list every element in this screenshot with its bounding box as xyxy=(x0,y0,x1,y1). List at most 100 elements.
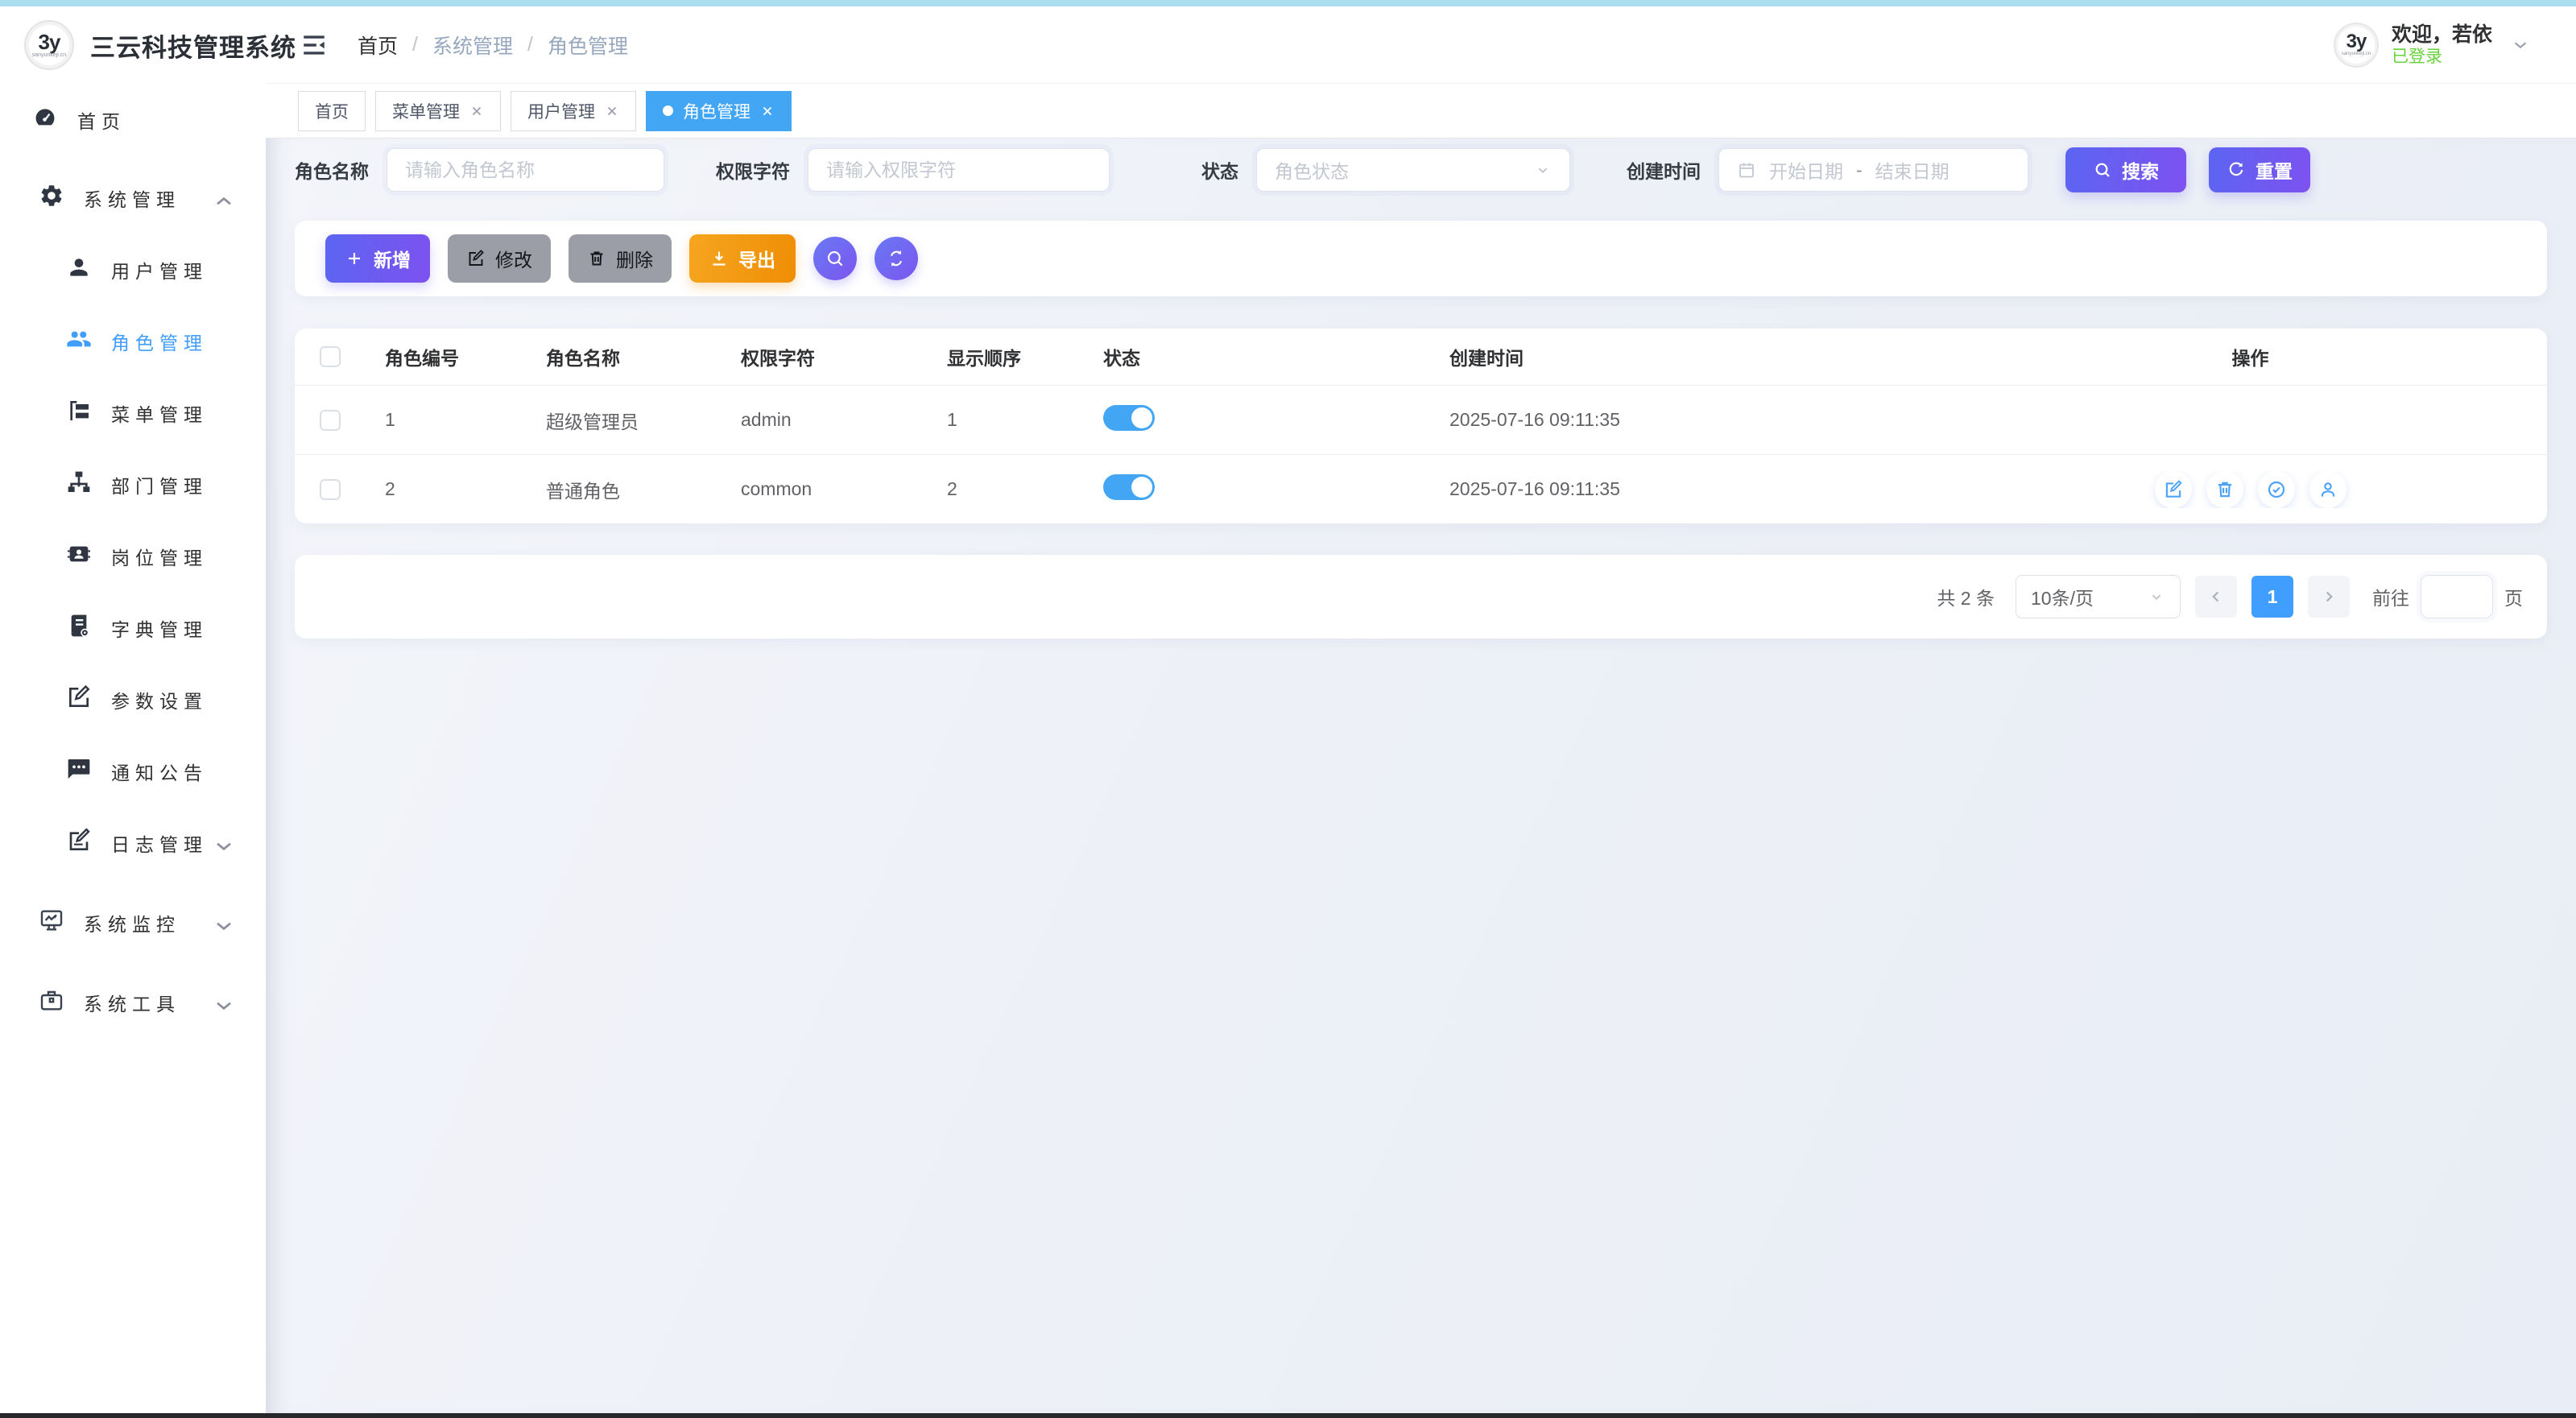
goto-page-group: 前往 页 xyxy=(2372,575,2523,618)
tab-role-management[interactable]: 角色管理 xyxy=(646,91,792,131)
sidebar-item-system-tools[interactable]: 系统工具 xyxy=(0,966,266,1038)
download-icon xyxy=(709,249,729,268)
sidebar-item-system-monitor[interactable]: 系统监控 xyxy=(0,887,266,958)
chevron-down-icon xyxy=(211,993,230,1012)
table-header-row: 角色编号 角色名称 权限字符 显示顺序 状态 创建时间 操作 xyxy=(295,329,2547,385)
row-data-scope-button[interactable] xyxy=(2258,471,2295,508)
add-button[interactable]: 新增 xyxy=(325,234,430,283)
users-icon xyxy=(66,326,92,356)
close-icon[interactable] xyxy=(605,104,619,118)
sidebar-item-menu-management[interactable]: 菜单管理 xyxy=(0,377,266,449)
table-row[interactable]: 1 超级管理员 admin 1 2025-07-16 09:11:35 xyxy=(295,385,2547,454)
page-number-button[interactable]: 1 xyxy=(2251,576,2293,618)
role-name-field xyxy=(387,148,664,192)
main-area: 首页 / 系统管理 / 角色管理 3y sanyunkeji.cn 欢迎，若依 … xyxy=(266,6,2576,1413)
app-title: 三云科技管理系统 xyxy=(90,27,296,64)
chevron-down-icon xyxy=(211,833,230,853)
sidebar: 3y sanyunkeji.cn 三云科技管理系统 首页 系统管理 用户管理 xyxy=(0,6,266,1413)
chevron-down-icon xyxy=(1534,161,1552,179)
sidebar-item-log-management[interactable]: 日志管理 xyxy=(0,807,266,878)
edit-icon xyxy=(66,684,92,714)
column-header-sort-order: 显示顺序 xyxy=(928,343,1084,370)
search-button[interactable]: 搜索 xyxy=(2065,147,2186,192)
cell-role-name: 超级管理员 xyxy=(527,407,722,434)
sidebar-item-param-settings[interactable]: 参数设置 xyxy=(0,664,266,735)
avatar-logo-text: 3y xyxy=(2347,33,2367,51)
tab-label: 菜单管理 xyxy=(392,99,460,123)
sidebar-item-label: 用户管理 xyxy=(111,256,208,283)
page-unit-label: 页 xyxy=(2504,583,2523,610)
breadcrumb-home[interactable]: 首页 xyxy=(358,31,398,60)
select-all-checkbox[interactable] xyxy=(320,346,341,367)
column-header-status: 状态 xyxy=(1084,343,1430,370)
sidebar-item-home[interactable]: 首页 xyxy=(0,84,266,155)
status-select[interactable]: 角色状态 xyxy=(1256,148,1570,192)
row-checkbox[interactable] xyxy=(320,479,341,500)
sidebar-logo-row: 3y sanyunkeji.cn 三云科技管理系统 xyxy=(0,6,266,84)
prev-page-button[interactable] xyxy=(2195,576,2237,618)
row-checkbox[interactable] xyxy=(320,410,341,431)
refresh-table-button[interactable] xyxy=(875,237,918,280)
cell-perm-key: admin xyxy=(722,409,928,431)
close-icon[interactable] xyxy=(469,104,484,118)
delete-button[interactable]: 删除 xyxy=(569,234,672,283)
tab-home[interactable]: 首页 xyxy=(298,91,366,131)
sidebar-item-post-management[interactable]: 岗位管理 xyxy=(0,520,266,592)
dashboard-icon xyxy=(32,105,58,134)
tabs-bar: 首页 菜单管理 用户管理 角色管理 xyxy=(266,84,2576,138)
breadcrumb-section: 系统管理 xyxy=(432,31,513,60)
date-range-separator: - xyxy=(1856,159,1863,181)
show-search-toggle-button[interactable] xyxy=(813,237,857,280)
perm-key-input[interactable] xyxy=(826,159,1091,181)
role-name-input[interactable] xyxy=(405,159,646,181)
app-logo: 3y sanyunkeji.cn xyxy=(24,20,74,70)
org-tree-icon xyxy=(66,469,92,499)
export-button[interactable]: 导出 xyxy=(689,234,796,283)
page-size-select[interactable]: 10条/页 xyxy=(2016,575,2181,618)
chevron-up-icon xyxy=(211,188,230,208)
avatar-logo-subtext: sanyunkeji.cn xyxy=(2342,51,2371,57)
refresh-icon xyxy=(886,248,907,269)
sidebar-item-notice[interactable]: 通知公告 xyxy=(0,735,266,807)
reset-button[interactable]: 重置 xyxy=(2209,147,2310,192)
page-size-value: 10条/页 xyxy=(2031,583,2094,610)
avatar: 3y sanyunkeji.cn xyxy=(2334,23,2379,68)
edit-button[interactable]: 修改 xyxy=(448,234,551,283)
table-row[interactable]: 2 普通角色 common 2 2025-07-16 09:11:35 xyxy=(295,454,2547,523)
refresh-icon xyxy=(2227,160,2246,180)
cell-created-at: 2025-07-16 09:11:35 xyxy=(1430,409,1954,431)
sidebar-fold-icon[interactable] xyxy=(298,29,330,61)
user-menu[interactable]: 3y sanyunkeji.cn 欢迎，若依 已登录 xyxy=(2334,23,2531,68)
sidebar-item-role-management[interactable]: 角色管理 xyxy=(0,305,266,377)
cell-sort-order: 1 xyxy=(928,409,1084,431)
breadcrumb-separator: / xyxy=(412,33,418,56)
tab-menu-management[interactable]: 菜单管理 xyxy=(375,91,501,131)
sidebar-item-label: 菜单管理 xyxy=(111,399,208,427)
row-delete-button[interactable] xyxy=(2206,471,2243,508)
next-page-button[interactable] xyxy=(2308,576,2350,618)
row-edit-button[interactable] xyxy=(2155,471,2192,508)
breadcrumb-current: 角色管理 xyxy=(548,31,628,60)
status-toggle[interactable] xyxy=(1103,405,1155,431)
row-assign-user-button[interactable] xyxy=(2309,471,2347,508)
sidebar-item-dict-management[interactable]: 字典管理 xyxy=(0,592,266,664)
sidebar-item-user-management[interactable]: 用户管理 xyxy=(0,234,266,305)
sidebar-item-system-management[interactable]: 系统管理 xyxy=(0,162,266,234)
plus-icon xyxy=(345,249,364,268)
roles-table: 角色编号 角色名称 权限字符 显示顺序 状态 创建时间 操作 1 超级管理员 a… xyxy=(295,329,2547,523)
tab-user-management[interactable]: 用户管理 xyxy=(511,91,636,131)
logo-text: 3y xyxy=(39,32,60,52)
goto-page-input[interactable] xyxy=(2421,575,2493,618)
sidebar-item-label: 参数设置 xyxy=(111,686,208,713)
breadcrumb-separator: / xyxy=(527,33,533,56)
user-icon xyxy=(2318,479,2338,500)
search-icon xyxy=(825,248,846,269)
date-range-picker[interactable]: 开始日期 - 结束日期 xyxy=(1718,148,2028,192)
close-icon[interactable] xyxy=(760,104,775,118)
calendar-icon xyxy=(1737,160,1756,180)
sidebar-item-dept-management[interactable]: 部门管理 xyxy=(0,449,266,520)
trash-icon xyxy=(2214,479,2235,500)
tab-label: 角色管理 xyxy=(683,99,750,123)
status-toggle[interactable] xyxy=(1103,474,1155,500)
search-form: 角色名称 权限字符 状态 角色状态 创建时间 开始日期 - xyxy=(295,148,2547,192)
